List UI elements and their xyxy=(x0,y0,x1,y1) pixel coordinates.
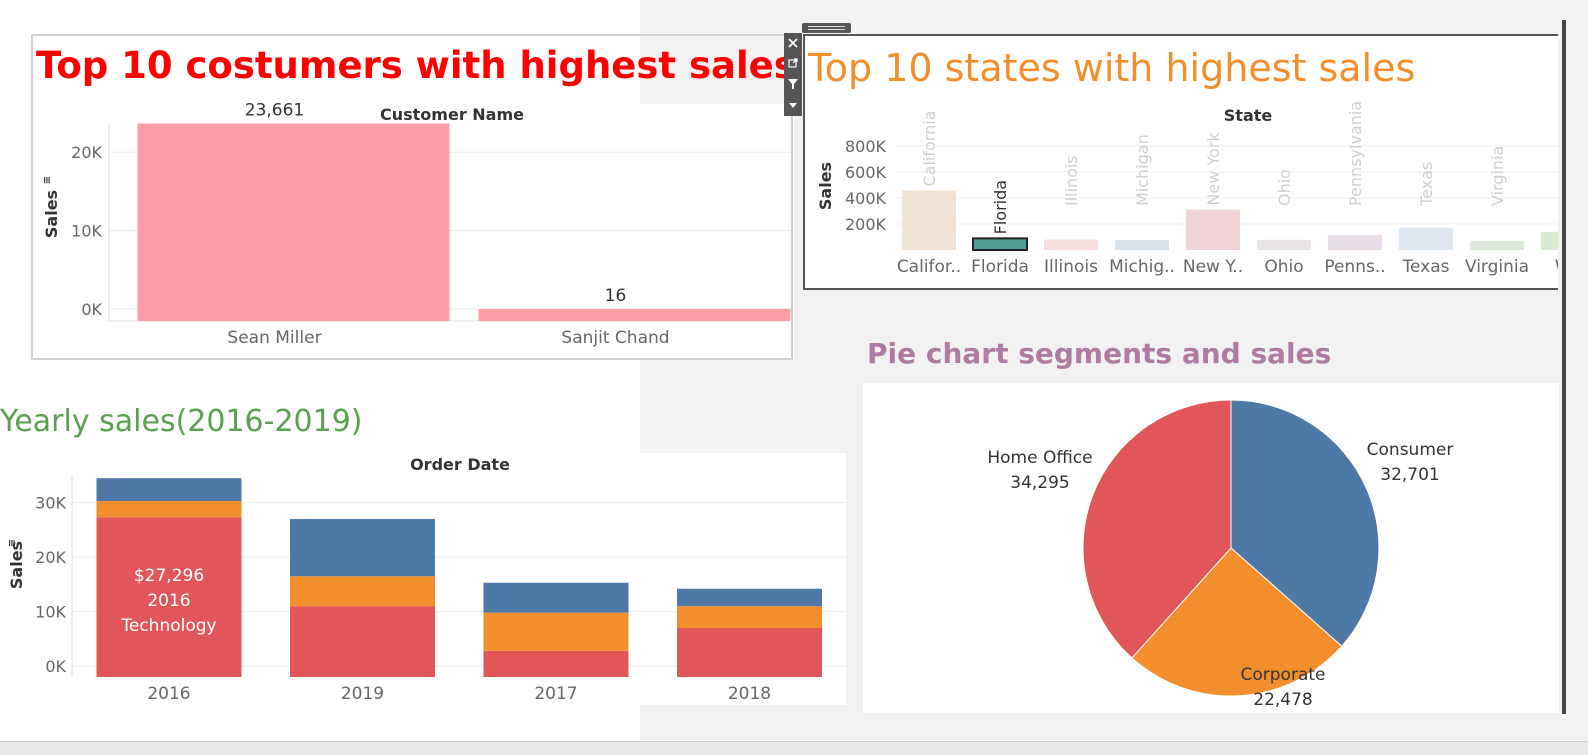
data-label: 16 xyxy=(605,286,627,306)
y-tick-label: 800K xyxy=(845,137,887,156)
bar xyxy=(137,123,450,321)
bar-label: New York xyxy=(1204,132,1223,206)
y-tick-label: 400K xyxy=(845,189,887,208)
slice-label: Home Office xyxy=(987,448,1092,468)
x-tick-label: Ohio xyxy=(1264,257,1303,277)
y-tick-label: 0K xyxy=(45,657,66,676)
bar xyxy=(1257,239,1311,250)
x-tick-label: Illinois xyxy=(1044,257,1098,277)
bar-segment xyxy=(96,501,242,518)
bar xyxy=(1470,240,1524,250)
x-tick-label: 2019 xyxy=(341,684,384,704)
customers-column-header: Customer Name xyxy=(380,105,524,124)
bar-segment xyxy=(290,576,435,607)
bar-segment xyxy=(483,650,629,677)
drag-handle-icon[interactable] xyxy=(802,23,851,33)
x-tick-label: 2017 xyxy=(534,684,577,704)
states-bar-chart[interactable]: State 200K 400K 600K 800K Sales California Cali… xyxy=(805,36,1558,288)
bar xyxy=(1328,234,1382,250)
x-tick-label: New Y.. xyxy=(1183,257,1243,277)
yearly-stacked-bar-chart[interactable]: Order Date0K10K20K30KSales≡2016$27,29620… xyxy=(0,440,846,705)
data-label: 23,661 xyxy=(245,100,304,120)
mark-label: Technology xyxy=(120,616,216,636)
customers-bar-chart[interactable]: Customer Name 0K 10K 20K Sales ≡ 23,661 Sean Mi… xyxy=(0,0,800,362)
x-tick-label: Sanjit Chand xyxy=(561,328,669,348)
y-tick-label: 10K xyxy=(71,222,102,241)
x-tick-label: Florida xyxy=(971,257,1029,277)
x-tick-label: Wa xyxy=(1555,257,1558,277)
slice-value: 32,701 xyxy=(1380,465,1439,485)
bar-segment xyxy=(290,606,435,677)
vertical-scrollbar[interactable] xyxy=(1562,20,1566,714)
slice-label: Consumer xyxy=(1367,440,1454,460)
bar-segment xyxy=(483,582,629,613)
bar-label: Texas xyxy=(1417,162,1436,207)
bar xyxy=(478,308,791,321)
x-tick-label: 2018 xyxy=(728,684,771,704)
dropdown-icon[interactable] xyxy=(784,95,802,115)
bottom-tab-strip xyxy=(0,741,1588,755)
bar xyxy=(1399,227,1453,250)
sort-indicator-icon: ≡ xyxy=(42,176,53,184)
bar xyxy=(1541,231,1558,250)
slice-value: 22,478 xyxy=(1253,690,1312,710)
close-icon[interactable] xyxy=(784,33,802,53)
segments-pie-chart[interactable]: Consumer 32,701 Corporate 22,478 Home Office… xyxy=(863,383,1559,713)
y-tick-label: 0K xyxy=(81,300,102,319)
bar-label: California xyxy=(920,111,939,187)
y-axis-title: Sales xyxy=(42,190,61,238)
x-tick-label: Penns.. xyxy=(1324,257,1385,277)
bar xyxy=(972,237,1028,251)
bar xyxy=(902,190,956,250)
x-tick-label: Califor.. xyxy=(897,257,961,277)
bar-segment xyxy=(290,519,435,577)
y-tick-label: 10K xyxy=(35,603,66,622)
bar-segment xyxy=(677,588,822,607)
bar-label: Illinois xyxy=(1062,155,1081,206)
y-tick-label: 20K xyxy=(71,143,102,162)
y-tick-label: 200K xyxy=(845,215,887,234)
x-tick-label: Sean Miller xyxy=(227,328,321,348)
bar-label: Virginia xyxy=(1488,146,1507,206)
bar-segment xyxy=(677,627,822,677)
floating-toolbar xyxy=(784,33,802,116)
open-external-icon[interactable] xyxy=(784,53,802,73)
bar-label: Michigan xyxy=(1133,134,1152,206)
bar-label: Florida xyxy=(991,180,1010,234)
y-tick-label: 20K xyxy=(35,548,66,567)
bar xyxy=(1115,240,1169,250)
bar-segment xyxy=(96,478,242,502)
x-tick-label: 2016 xyxy=(147,684,190,704)
states-column-header: State xyxy=(1224,106,1273,125)
bar-segment xyxy=(483,612,629,651)
bar-label: Ohio xyxy=(1275,169,1294,206)
x-tick-label: Texas xyxy=(1402,257,1450,277)
y-axis-title: Sales xyxy=(816,162,835,210)
pie-title: Pie chart segments and sales xyxy=(867,337,1332,370)
bar-segment xyxy=(677,606,822,628)
slice-value: 34,295 xyxy=(1010,473,1069,493)
filter-icon[interactable] xyxy=(784,74,802,94)
slice-label: Corporate xyxy=(1241,665,1326,685)
x-tick-label: Virginia xyxy=(1465,257,1529,277)
bar xyxy=(1044,239,1098,250)
y-tick-label: 600K xyxy=(845,163,887,182)
mark-label: $27,296 xyxy=(134,566,204,586)
bar-label: Pennsylvania xyxy=(1346,101,1365,206)
mark-label: 2016 xyxy=(147,591,190,611)
sort-indicator-icon: ≡ xyxy=(7,539,18,547)
x-tick-label: Michig.. xyxy=(1109,257,1175,277)
yearly-title: Yearly sales(2016-2019) xyxy=(0,404,363,439)
yearly-column-header: Order Date xyxy=(410,455,510,474)
y-tick-label: 30K xyxy=(35,494,66,513)
bar xyxy=(1186,209,1240,250)
